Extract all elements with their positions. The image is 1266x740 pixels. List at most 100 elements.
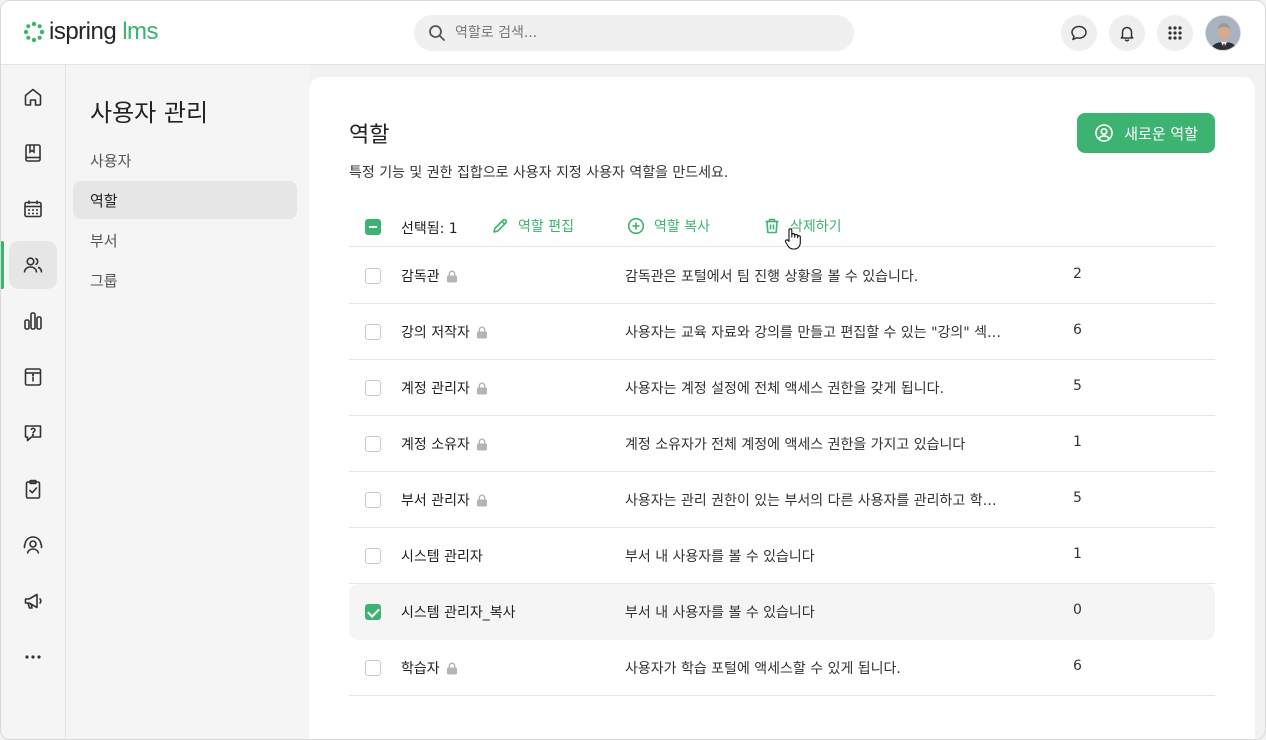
row-checkbox[interactable] bbox=[365, 324, 381, 340]
home-icon bbox=[24, 88, 42, 106]
trash-icon bbox=[765, 218, 779, 234]
chat-icon bbox=[1071, 25, 1087, 41]
rail-calendar[interactable] bbox=[9, 185, 57, 233]
search-input[interactable] bbox=[455, 25, 835, 41]
logo[interactable]: ispring lms bbox=[23, 17, 159, 47]
role-name: 강의 저작자 bbox=[401, 325, 470, 341]
copy-role-button[interactable]: 역할 복사 bbox=[627, 216, 710, 236]
table-row[interactable]: 부서 관리자 사용자는 관리 권한이 있는 부서의 다른 사용자를 관리하고 학… bbox=[349, 472, 1215, 528]
table-row-selected[interactable]: 시스템 관리자_복사 부서 내 사용자를 볼 수 있습니다 0 bbox=[349, 584, 1215, 640]
role-user-count: 1 bbox=[1073, 434, 1082, 450]
lock-icon bbox=[476, 438, 487, 450]
bulk-actions-toolbar: 선택됨: 1 역할 편집 역할 복사 삭제하기 bbox=[349, 209, 1215, 247]
subnav-item-groups[interactable]: 그룹 bbox=[73, 261, 297, 299]
rail-home[interactable] bbox=[9, 73, 57, 121]
top-bar: ispring lms bbox=[1, 1, 1265, 65]
role-user-count: 1 bbox=[1073, 546, 1082, 562]
new-role-label: 새로운 역할 bbox=[1124, 124, 1198, 143]
rail-help[interactable] bbox=[9, 409, 57, 457]
lock-icon bbox=[476, 494, 487, 506]
new-role-button[interactable]: 새로운 역할 bbox=[1077, 113, 1215, 153]
row-checkbox[interactable] bbox=[365, 492, 381, 508]
subnav-item-roles[interactable]: 역할 bbox=[73, 181, 297, 219]
role-name: 시스템 관리자_복사 bbox=[401, 605, 516, 621]
table-row[interactable]: 학습자 사용자가 학습 포털에 액세스할 수 있게 됩니다. 6 bbox=[349, 640, 1215, 696]
rail-more[interactable] bbox=[9, 633, 57, 681]
role-name: 계정 소유자 bbox=[401, 437, 470, 453]
apps-grid-icon bbox=[1168, 26, 1182, 40]
user-avatar-icon bbox=[1206, 16, 1240, 50]
page-title: 역할 bbox=[349, 123, 390, 148]
role-user-count: 6 bbox=[1073, 322, 1082, 338]
role-description: 사용자는 계정 설정에 전체 액세스 권한을 갖게 됩니다. bbox=[625, 381, 944, 397]
table-row[interactable]: 감독관 감독관은 포털에서 팀 진행 상황을 볼 수 있습니다. 2 bbox=[349, 248, 1215, 304]
user-circle-icon bbox=[1095, 124, 1114, 142]
notifications-button[interactable] bbox=[1109, 15, 1145, 51]
lock-icon bbox=[446, 270, 457, 282]
instructor-icon bbox=[23, 536, 43, 554]
rail-instructor[interactable] bbox=[9, 521, 57, 569]
chat-button[interactable] bbox=[1061, 15, 1097, 51]
apps-button[interactable] bbox=[1157, 15, 1193, 51]
role-user-count: 5 bbox=[1073, 378, 1082, 394]
select-all-checkbox[interactable] bbox=[365, 219, 381, 235]
rail-learning[interactable] bbox=[9, 129, 57, 177]
role-description: 사용자는 관리 권한이 있는 부서의 다른 사용자를 관리하고 학… bbox=[625, 493, 997, 509]
search-bar[interactable] bbox=[414, 15, 854, 51]
row-checkbox[interactable] bbox=[365, 268, 381, 284]
rail-reports[interactable] bbox=[9, 297, 57, 345]
row-checkbox[interactable] bbox=[365, 380, 381, 396]
section-title: 사용자 관리 bbox=[90, 99, 209, 127]
subnav-item-users[interactable]: 사용자 bbox=[73, 141, 297, 179]
row-checkbox[interactable] bbox=[365, 548, 381, 564]
role-name: 학습자 bbox=[401, 661, 440, 677]
table-row[interactable]: 계정 소유자 계정 소유자가 전체 계정에 액세스 권한을 가지고 있습니다 1 bbox=[349, 416, 1215, 472]
table-row[interactable]: 계정 관리자 사용자는 계정 설정에 전체 액세스 권한을 갖게 됩니다. 5 bbox=[349, 360, 1215, 416]
role-name: 시스템 관리자 bbox=[401, 549, 483, 565]
role-description: 부서 내 사용자를 볼 수 있습니다 bbox=[625, 605, 815, 621]
lock-icon bbox=[446, 662, 457, 674]
role-user-count: 5 bbox=[1073, 490, 1082, 506]
role-name: 감독관 bbox=[401, 269, 440, 285]
role-description: 사용자는 교육 자료와 강의를 만들고 편집할 수 있는 "강의" 섹… bbox=[625, 325, 1002, 341]
edit-role-button[interactable]: 역할 편집 bbox=[491, 216, 574, 236]
table-row[interactable]: 시스템 관리자 부서 내 사용자를 볼 수 있습니다 1 bbox=[349, 528, 1215, 584]
info-panel-icon bbox=[24, 368, 42, 386]
rail-assignments[interactable] bbox=[9, 465, 57, 513]
role-user-count: 2 bbox=[1073, 266, 1082, 282]
edit-role-label: 역할 편집 bbox=[518, 219, 574, 235]
icon-rail bbox=[1, 65, 66, 739]
reports-icon bbox=[24, 312, 42, 330]
logo-suffix: lms bbox=[122, 18, 159, 45]
rail-announcements[interactable] bbox=[9, 577, 57, 625]
selected-count: 선택됨: 1 bbox=[401, 221, 458, 237]
app-window: ispring lms 역할로 검색... 사용자 관리 사용자 역할 부서 그… bbox=[0, 0, 1266, 740]
delete-button[interactable]: 삭제하기 bbox=[763, 216, 842, 236]
role-description: 사용자가 학습 포털에 액세스할 수 있게 됩니다. bbox=[625, 661, 901, 677]
row-checkbox[interactable] bbox=[365, 660, 381, 676]
role-description: 감독관은 포털에서 팀 진행 상황을 볼 수 있습니다. bbox=[625, 269, 919, 285]
rail-users[interactable] bbox=[9, 241, 57, 289]
avatar[interactable] bbox=[1205, 15, 1241, 51]
lock-icon bbox=[476, 382, 487, 394]
row-checkbox[interactable] bbox=[365, 436, 381, 452]
role-name: 부서 관리자 bbox=[401, 493, 470, 509]
rail-info[interactable] bbox=[9, 353, 57, 401]
plus-circle-icon bbox=[627, 217, 645, 235]
row-checkbox-checked[interactable] bbox=[365, 604, 381, 620]
lock-icon bbox=[476, 326, 487, 338]
role-name: 계정 관리자 bbox=[401, 381, 470, 397]
page-description: 특정 기능 및 권한 집합으로 사용자 지정 사용자 역할을 만드세요. bbox=[349, 165, 729, 181]
book-icon bbox=[25, 144, 41, 162]
megaphone-icon bbox=[24, 593, 42, 609]
copy-role-label: 역할 복사 bbox=[654, 219, 710, 235]
pencil-icon bbox=[493, 218, 508, 233]
roles-table: 감독관 감독관은 포털에서 팀 진행 상황을 볼 수 있습니다. 2 강의 저작… bbox=[349, 248, 1215, 696]
logo-text: ispring bbox=[49, 18, 117, 45]
ispring-logo-icon bbox=[23, 21, 45, 43]
more-icon bbox=[25, 655, 41, 659]
table-row[interactable]: 강의 저작자 사용자는 교육 자료와 강의를 만들고 편집할 수 있는 "강의"… bbox=[349, 304, 1215, 360]
clipboard-check-icon bbox=[25, 479, 41, 499]
subnav-item-departments[interactable]: 부서 bbox=[73, 221, 297, 259]
top-actions bbox=[1061, 15, 1241, 51]
